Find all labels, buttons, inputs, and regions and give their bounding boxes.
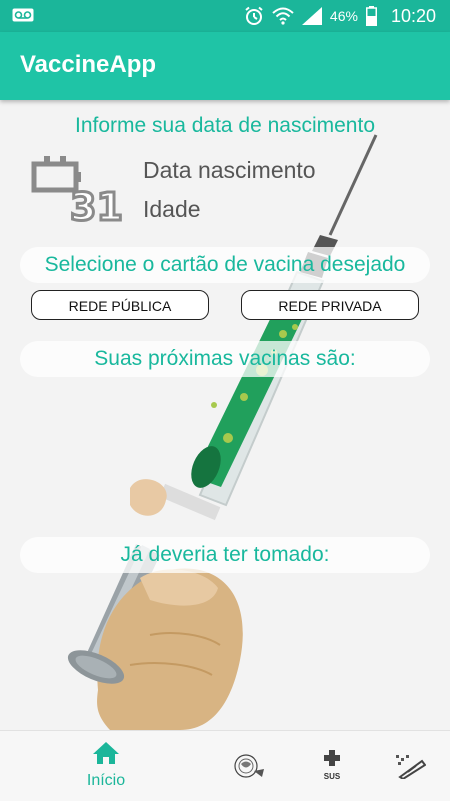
clock: 10:20 — [390, 5, 436, 26]
calendar-icon[interactable]: 31 — [30, 152, 130, 226]
alarm-icon — [245, 6, 263, 25]
vaccine-card-icon[interactable] — [394, 753, 426, 779]
battery-percent: 46% — [329, 8, 358, 24]
main-content: Informe sua data de nascimento 31 Data n… — [0, 100, 450, 730]
sus-label: SUS — [323, 772, 341, 781]
calendar-number: 31 — [70, 185, 123, 226]
overdue-vaccines-heading: Já deveria ter tomado: — [20, 537, 430, 573]
battery-icon — [365, 6, 377, 26]
birth-date-field[interactable]: Data nascimento — [143, 157, 316, 184]
age-field: Idade — [143, 196, 201, 222]
voicemail-icon — [12, 8, 34, 22]
app-title: VaccineApp — [20, 51, 157, 78]
ministry-seal-icon[interactable] — [232, 751, 266, 781]
nav-sus[interactable]: SUS — [318, 749, 346, 781]
nav-home[interactable]: Início — [76, 741, 136, 790]
status-bar: 46% 10:20 — [0, 0, 450, 32]
signal-icon — [301, 7, 322, 25]
public-network-button[interactable]: REDE PÚBLICA — [31, 290, 209, 320]
sus-cross-icon — [324, 750, 340, 766]
app-bar: VaccineApp — [0, 32, 450, 100]
upcoming-vaccines-heading: Suas próximas vacinas são: — [20, 341, 430, 377]
card-select-heading: Selecione o cartão de vacina desejado — [20, 247, 430, 283]
bottom-navigation: Início SUS — [0, 730, 450, 801]
wifi-icon — [272, 7, 294, 25]
birth-date-heading: Informe sua data de nascimento — [74, 114, 375, 137]
home-icon — [93, 742, 119, 764]
nav-home-label: Início — [86, 772, 126, 789]
private-network-button[interactable]: REDE PRIVADA — [241, 290, 419, 320]
